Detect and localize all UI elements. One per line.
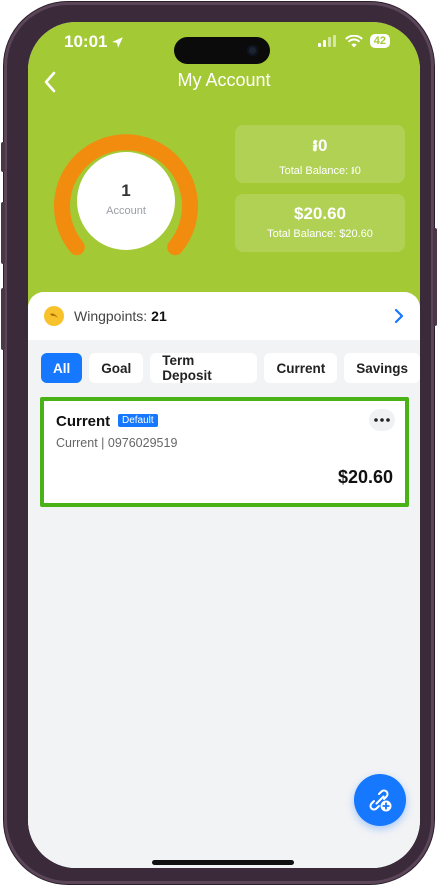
phone-frame: 10:01 42 My Account 1 Account ៛0 Total B… xyxy=(1,2,437,884)
dynamic-island xyxy=(174,37,270,64)
donut-center: 1 Account xyxy=(77,152,175,250)
more-horizontal-icon xyxy=(374,418,390,422)
wingpoints-row[interactable]: Wingpoints: 21 xyxy=(28,292,420,340)
account-count-label: Account xyxy=(106,205,146,217)
filter-tabs: All Goal Term Deposit Current Savings xyxy=(41,353,420,383)
account-subtitle: Current | 0976029519 xyxy=(56,436,178,450)
signal-icon xyxy=(317,35,336,47)
camera-icon xyxy=(247,45,258,56)
wingpoints-label: Wingpoints: xyxy=(74,308,148,324)
home-indicator[interactable] xyxy=(152,860,294,865)
default-badge: Default xyxy=(118,414,158,427)
wingpoints-value: 21 xyxy=(151,308,167,324)
balance-card-riel: ៛0 Total Balance: ៛0 xyxy=(235,125,405,183)
balance-label: Total Balance: $20.60 xyxy=(267,228,373,240)
filter-current[interactable]: Current xyxy=(264,353,338,383)
filter-savings[interactable]: Savings xyxy=(344,353,420,383)
coin-icon xyxy=(44,306,64,326)
filter-term-deposit[interactable]: Term Deposit xyxy=(150,353,258,383)
account-count: 1 xyxy=(121,181,131,200)
volume-down-button xyxy=(1,288,5,350)
wifi-icon xyxy=(344,34,363,47)
page-title: My Account xyxy=(177,70,271,90)
balance-amount: ៛0 xyxy=(312,136,328,155)
volume-up-button xyxy=(1,202,5,264)
battery-icon: 42 xyxy=(369,34,390,48)
balance-card-usd: $20.60 Total Balance: $20.60 xyxy=(235,194,405,252)
chevron-right-icon xyxy=(394,308,404,324)
account-balance: $20.60 xyxy=(337,467,393,487)
power-button xyxy=(433,228,437,326)
filter-all[interactable]: All xyxy=(41,353,83,383)
status-icons: 42 xyxy=(317,34,390,48)
link-add-icon xyxy=(369,789,392,812)
screen: 10:01 42 My Account 1 Account ៛0 Total B… xyxy=(28,22,420,868)
clock: 10:01 xyxy=(64,32,108,51)
balance-label: Total Balance: ៛0 xyxy=(279,165,361,177)
filter-goal[interactable]: Goal xyxy=(89,353,144,383)
more-options-button[interactable] xyxy=(369,409,395,431)
link-account-button[interactable] xyxy=(354,774,406,826)
account-card[interactable]: Current Default Current | 0976029519 $20… xyxy=(40,397,409,507)
account-title: Current xyxy=(56,413,111,430)
silent-switch xyxy=(1,142,5,172)
balance-amount: $20.60 xyxy=(294,204,346,223)
status-time: 10:01 xyxy=(64,32,124,52)
location-arrow-icon xyxy=(112,36,124,48)
